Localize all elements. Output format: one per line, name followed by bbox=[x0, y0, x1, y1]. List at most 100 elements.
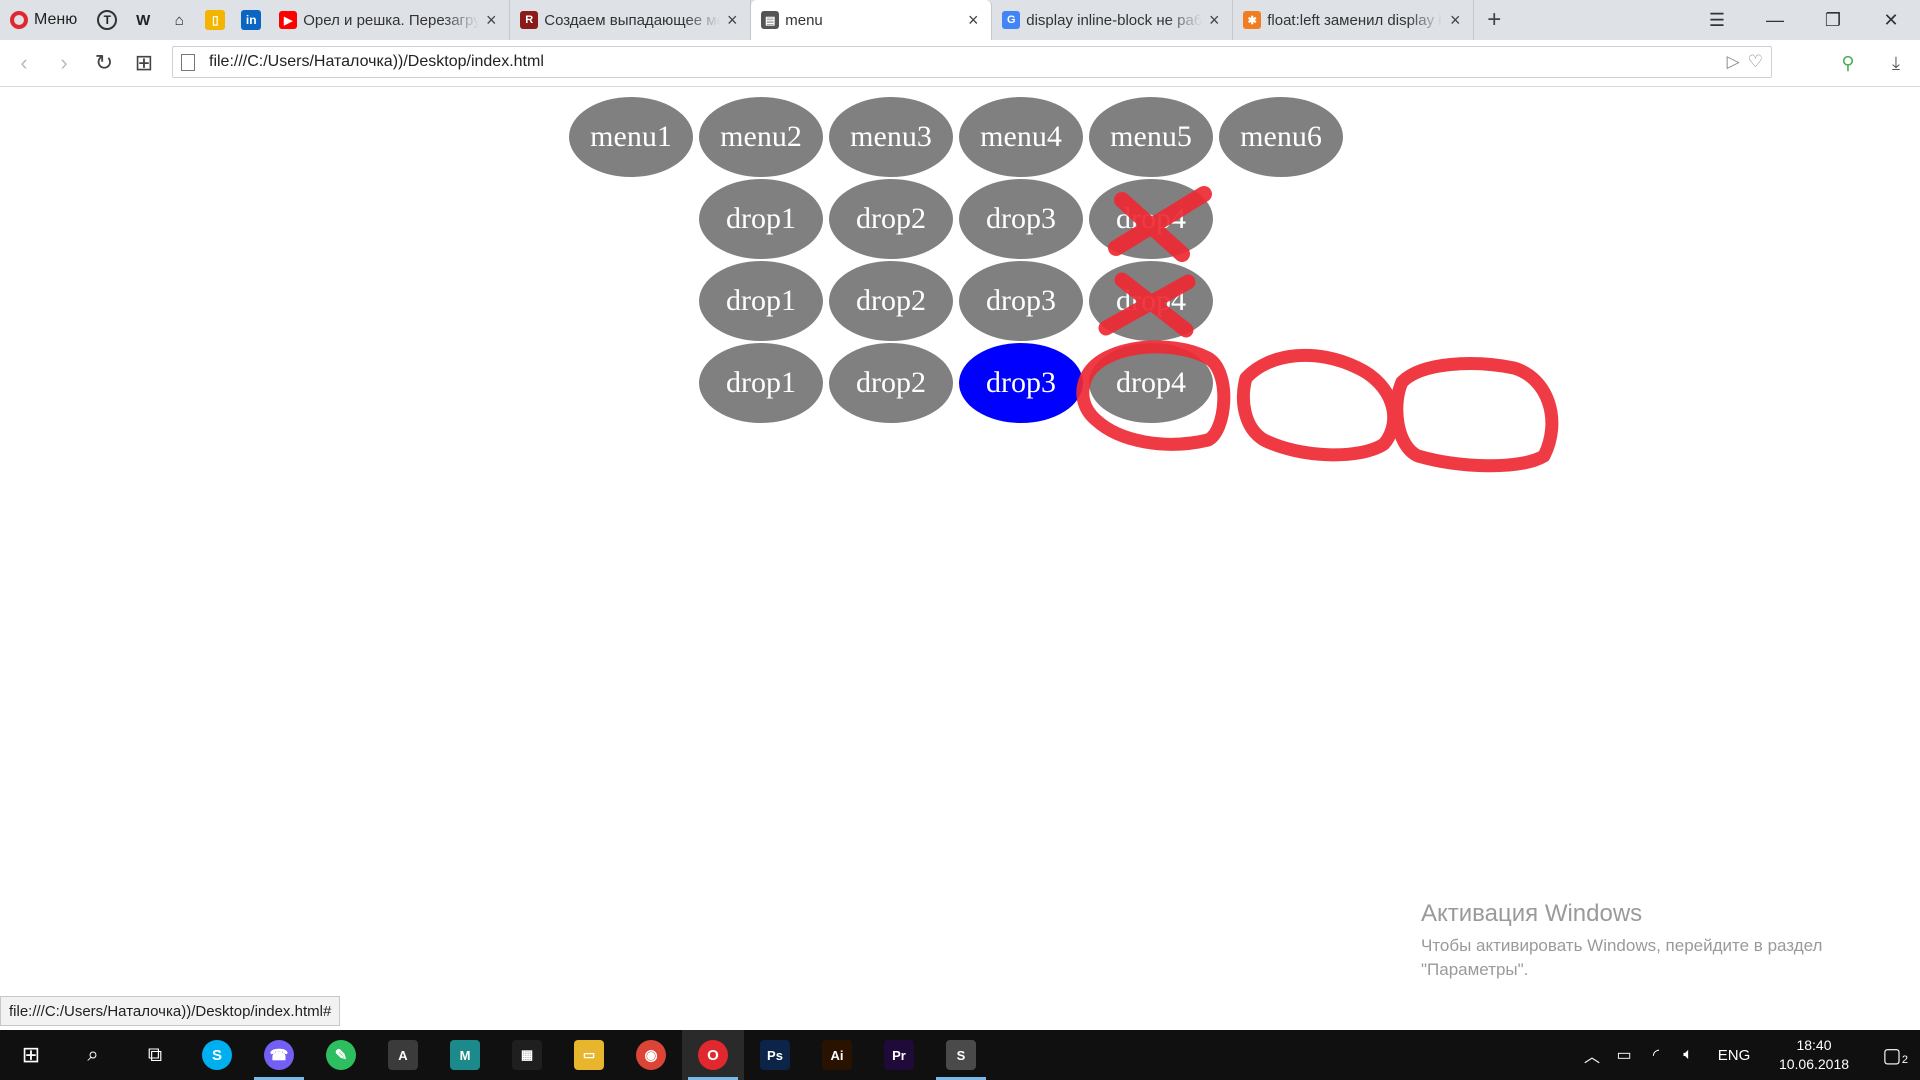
menu-item[interactable]: menu1 bbox=[569, 97, 693, 177]
tab-title: Орел и решка. Перезагрузка bbox=[303, 11, 480, 29]
dropdown-item[interactable]: drop2 bbox=[829, 179, 953, 259]
browser-tab[interactable]: ✱ float:left заменил display inline-block… bbox=[1233, 0, 1475, 40]
dropdown-item[interactable]: drop1 bbox=[699, 343, 823, 423]
search-button[interactable]: ⌕ bbox=[62, 1030, 124, 1080]
new-tab-button[interactable]: + bbox=[1474, 0, 1514, 40]
pinned-tab[interactable]: W bbox=[125, 0, 161, 40]
document-icon: ▤ bbox=[761, 11, 780, 29]
address-bar[interactable]: file:///C:/Users/Наталочка))/Desktop/ind… bbox=[172, 46, 1772, 78]
tab-menu-icon[interactable]: ☰ bbox=[1688, 0, 1746, 40]
system-tray: ︿ ▭ ◜ 🔈︎ ENG 18:40 10.06.2018 ▢ 2 bbox=[1576, 1030, 1920, 1080]
taskbar-app-explorer[interactable]: ▭ bbox=[558, 1030, 620, 1080]
dropdown-item[interactable]: drop3 bbox=[959, 343, 1083, 423]
taskbar-app-store[interactable]: ▦ bbox=[496, 1030, 558, 1080]
close-tab-icon[interactable]: × bbox=[724, 10, 740, 31]
taskbar-app-illustrator[interactable]: Ai bbox=[806, 1030, 868, 1080]
windows-logo-icon: ⊞ bbox=[21, 1042, 41, 1067]
close-tab-icon[interactable]: × bbox=[965, 10, 981, 31]
illustrator-icon: Ai bbox=[822, 1040, 852, 1070]
menu-item[interactable]: menu3 bbox=[829, 97, 953, 177]
dropdown-item[interactable]: drop3 bbox=[959, 179, 1083, 259]
taskbar-app-chrome[interactable]: ◉ bbox=[620, 1030, 682, 1080]
pinned-tab[interactable]: ▯ bbox=[197, 0, 233, 40]
heart-icon[interactable]: ♡ bbox=[1748, 52, 1763, 72]
store-icon: ▦ bbox=[512, 1040, 542, 1070]
opera-menu-label: Меню bbox=[34, 11, 78, 28]
linkedin-icon: in bbox=[241, 10, 262, 30]
dropdown-item[interactable]: drop1 bbox=[699, 261, 823, 341]
restore-button[interactable]: ❐ bbox=[1804, 0, 1862, 40]
dropdown-item[interactable]: drop1 bbox=[699, 179, 823, 259]
taskbar-app-sublime[interactable]: S bbox=[930, 1030, 992, 1080]
watermark-title: Активация Windows bbox=[1421, 900, 1643, 927]
taskbar-app-skype[interactable]: S bbox=[186, 1030, 248, 1080]
browser-tab[interactable]: Gdisplay inline-block не работает× bbox=[992, 0, 1234, 40]
sublime-icon: S bbox=[946, 1040, 976, 1070]
chrome-icon: ◉ bbox=[636, 1040, 666, 1070]
address-url: file:///C:/Users/Наталочка))/Desktop/ind… bbox=[209, 53, 544, 70]
tab-title: display inline-block не работает bbox=[1026, 11, 1203, 29]
pinned-tab[interactable]: T bbox=[89, 0, 125, 40]
opera-menu-button[interactable]: Меню bbox=[0, 0, 89, 40]
taskbar-app-autocad[interactable]: A bbox=[372, 1030, 434, 1080]
viber-icon: ☎ bbox=[264, 1040, 294, 1070]
evernote-icon: ✎ bbox=[326, 1040, 356, 1070]
activation-watermark: Активация Windows Чтобы активировать Win… bbox=[1421, 900, 1861, 982]
action-center-button[interactable]: ▢ 2 bbox=[1864, 1043, 1920, 1068]
screen: Меню TW ⌂ ▯ in ▶Орел и решка. Перезагрузка×… bbox=[0, 0, 1920, 1080]
pinned-tab[interactable]: ⌂ bbox=[161, 0, 197, 40]
google-icon: G bbox=[1002, 11, 1021, 29]
notification-icon: ▢ bbox=[1882, 1044, 1902, 1067]
start-button[interactable]: ⊞ bbox=[0, 1030, 62, 1080]
bookmark-icon: ▯ bbox=[205, 10, 226, 30]
dropdown-item[interactable]: drop4 bbox=[1089, 261, 1213, 341]
send-icon[interactable]: ▷ bbox=[1727, 52, 1740, 72]
menu-item[interactable]: menu5 bbox=[1089, 97, 1213, 177]
opera-icon: O bbox=[698, 1040, 728, 1070]
taskbar-app-photoshop[interactable]: Ps bbox=[744, 1030, 806, 1080]
browser-tab[interactable]: R Создаем выпадающее меню× bbox=[510, 0, 752, 40]
clock-date: 10.06.2018 bbox=[1778, 1056, 1850, 1072]
close-tab-icon[interactable]: × bbox=[1447, 10, 1463, 31]
dropdown-item[interactable]: drop4 bbox=[1089, 179, 1213, 259]
taskbar-app-maya[interactable]: M bbox=[434, 1030, 496, 1080]
explorer-icon: ▭ bbox=[574, 1040, 604, 1070]
status-url: file:///C:/Users/Наталочка))/Desktop/ind… bbox=[0, 996, 341, 1026]
wifi-icon[interactable]: ◜ bbox=[1640, 1045, 1672, 1065]
tab-list: ▶Орел и решка. Перезагрузка×RСоздаем вып… bbox=[269, 0, 1475, 40]
forward-button[interactable]: › bbox=[44, 50, 84, 76]
taskbar-app-evernote[interactable]: ✎ bbox=[310, 1030, 372, 1080]
speed-dial-button[interactable]: ⊞ bbox=[124, 50, 164, 76]
dropdown-item[interactable]: drop4 bbox=[1089, 343, 1213, 423]
dropdown-item[interactable]: drop2 bbox=[829, 261, 953, 341]
r-icon: R bbox=[520, 11, 539, 29]
menu-item[interactable]: menu2 bbox=[699, 97, 823, 177]
close-window-button[interactable]: ✕ bbox=[1862, 0, 1920, 40]
taskbar-app-viber[interactable]: ☎ bbox=[248, 1030, 310, 1080]
volume-icon[interactable]: 🔈︎ bbox=[1672, 1046, 1704, 1064]
menu-item[interactable]: menu4 bbox=[959, 97, 1083, 177]
task-view-button[interactable]: ⧉ bbox=[124, 1030, 186, 1080]
taskbar-app-opera[interactable]: O bbox=[682, 1030, 744, 1080]
github-icon: ⌂ bbox=[174, 11, 184, 29]
close-tab-icon[interactable]: × bbox=[483, 10, 499, 31]
minimize-button[interactable]: — bbox=[1746, 0, 1804, 40]
language-indicator[interactable]: ENG bbox=[1704, 1047, 1764, 1064]
task-view-icon: ⧉ bbox=[147, 1043, 163, 1066]
dropdown-item[interactable]: drop3 bbox=[959, 261, 1083, 341]
vpn-icon[interactable]: ⚲ bbox=[1824, 53, 1872, 74]
clock[interactable]: 18:40 10.06.2018 bbox=[1764, 1036, 1864, 1074]
back-button[interactable]: ‹ bbox=[4, 50, 44, 76]
search-icon: ⌕ bbox=[87, 1043, 99, 1066]
battery-icon[interactable]: ▭ bbox=[1608, 1045, 1640, 1065]
close-tab-icon[interactable]: × bbox=[1206, 10, 1222, 31]
reload-button[interactable]: ↻ bbox=[84, 50, 124, 76]
download-icon[interactable]: ⤓ bbox=[1872, 53, 1920, 74]
chevron-up-icon[interactable]: ︿ bbox=[1576, 1043, 1608, 1067]
dropdown-item[interactable]: drop2 bbox=[829, 343, 953, 423]
browser-tab[interactable]: ▤ menu × bbox=[751, 0, 993, 40]
browser-tab[interactable]: ▶ Орел и решка. Перезагрузка× bbox=[269, 0, 511, 40]
pinned-tab[interactable]: in bbox=[233, 0, 269, 40]
menu-item[interactable]: menu6 bbox=[1219, 97, 1343, 177]
taskbar-app-premiere[interactable]: Pr bbox=[868, 1030, 930, 1080]
